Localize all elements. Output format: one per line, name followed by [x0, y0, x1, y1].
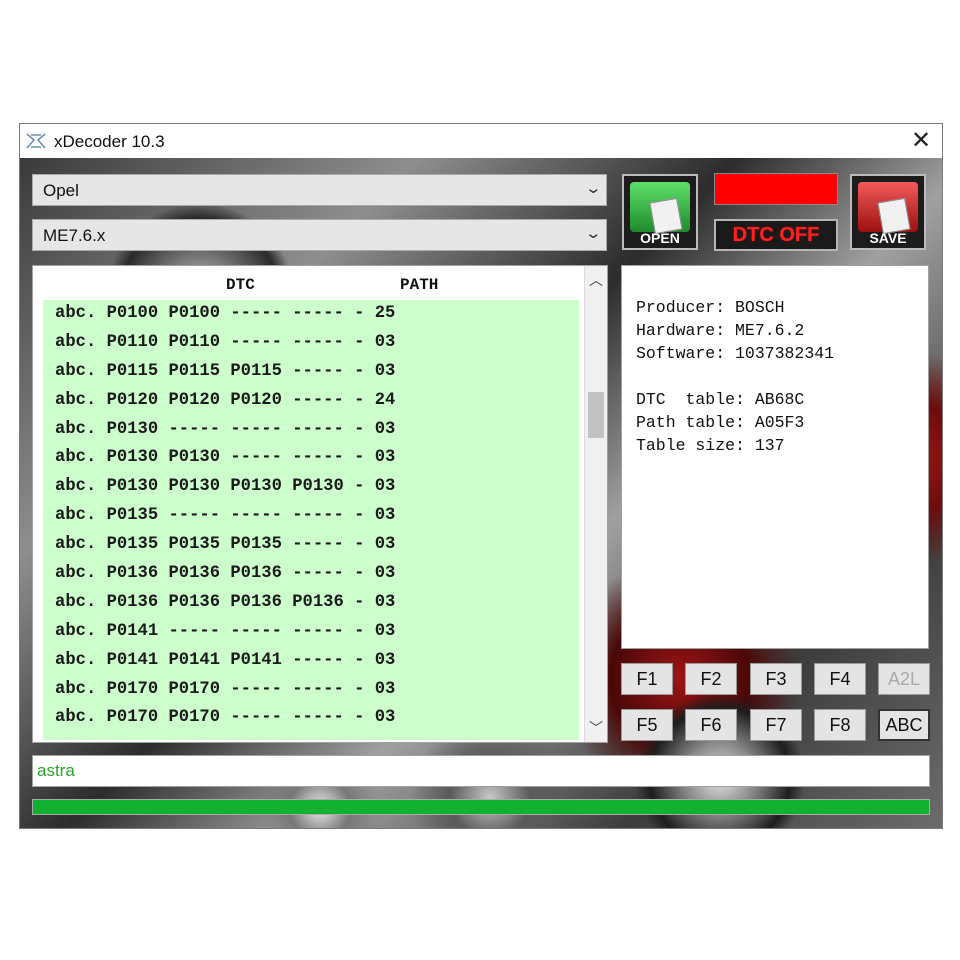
- status-indicator: [714, 173, 838, 205]
- column-header-path: PATH: [400, 276, 439, 294]
- info-path-table: Path table: A05F3: [636, 413, 805, 432]
- chevron-down-icon: ⌄: [584, 180, 603, 197]
- table-row[interactable]: abc. P0141 P0141 P0141 ----- - 03: [43, 647, 579, 676]
- title-bar: xDecoder 10.3 ✕: [20, 124, 942, 158]
- open-button-label: OPEN: [640, 230, 680, 246]
- info-table-size: Table size: 137: [636, 436, 785, 455]
- client-area: Opel ⌄ ME7.6.x ⌄ OPEN DTC OFF SAVE DTC P…: [20, 158, 942, 828]
- table-row[interactable]: abc. P0170 P0170 ----- ----- - 03: [43, 676, 579, 705]
- progress-fill: [33, 800, 929, 814]
- table-row[interactable]: abc. P0130 ----- ----- ----- - 03: [43, 416, 579, 445]
- table-row[interactable]: abc. P0135 ----- ----- ----- - 03: [43, 502, 579, 531]
- f8-button[interactable]: F8: [814, 709, 866, 741]
- table-row[interactable]: abc. P0170 P0170 ----- ----- - 03: [43, 704, 579, 733]
- scroll-down-icon[interactable]: ﹀: [585, 718, 607, 738]
- table-row[interactable]: abc. P0135 P0135 P0135 ----- - 03: [43, 531, 579, 560]
- vertical-scrollbar[interactable]: ︿ ﹀: [584, 266, 607, 742]
- save-button-label: SAVE: [869, 230, 907, 246]
- f7-button[interactable]: F7: [750, 709, 802, 741]
- info-software: Software: 1037382341: [636, 344, 835, 363]
- table-row[interactable]: abc. P0130 P0130 P0130 P0130 - 03: [43, 473, 579, 502]
- table-row[interactable]: abc. P0141 ----- ----- ----- - 03: [43, 618, 579, 647]
- chevron-down-icon: ⌄: [584, 225, 603, 242]
- f6-button[interactable]: F6: [685, 709, 737, 741]
- table-row[interactable]: abc. P0115 P0115 P0115 ----- - 03: [43, 358, 579, 387]
- f5-button[interactable]: F5: [621, 709, 673, 741]
- f3-button[interactable]: F3: [750, 663, 802, 695]
- dtc-list-header: DTC PATH: [33, 266, 583, 300]
- dtc-rows: abc. P0100 P0100 ----- ----- - 25 abc. P0…: [43, 300, 579, 740]
- table-row[interactable]: abc. P0130 P0130 ----- ----- - 03: [43, 444, 579, 473]
- f4-button[interactable]: F4: [814, 663, 866, 695]
- manufacturer-select[interactable]: Opel ⌄: [32, 174, 607, 206]
- table-row[interactable]: abc. P0100 P0100 ----- ----- - 25: [43, 300, 579, 329]
- scroll-thumb[interactable]: [588, 392, 604, 438]
- dtc-list[interactable]: DTC PATH abc. P0100 P0100 ----- ----- - …: [32, 265, 608, 743]
- abc-button[interactable]: ABC: [878, 709, 930, 741]
- f2-button[interactable]: F2: [685, 663, 737, 695]
- ecu-info-panel: Producer: BOSCH Hardware: ME7.6.2 Softwa…: [621, 265, 929, 649]
- a2l-button[interactable]: A2L: [878, 663, 930, 695]
- table-row[interactable]: abc. P0110 P0110 ----- ----- - 03: [43, 329, 579, 358]
- column-header-dtc: DTC: [226, 276, 255, 294]
- table-row[interactable]: abc. P0136 P0136 P0136 P0136 - 03: [43, 589, 579, 618]
- dtc-off-button[interactable]: DTC OFF: [714, 219, 838, 251]
- table-row[interactable]: abc. P0120 P0120 P0120 ----- - 24: [43, 387, 579, 416]
- open-button[interactable]: OPEN: [622, 174, 698, 250]
- table-row[interactable]: abc. P0136 P0136 P0136 ----- - 03: [43, 560, 579, 589]
- f1-button[interactable]: F1: [621, 663, 673, 695]
- info-producer: Producer: BOSCH: [636, 298, 785, 317]
- folder-open-icon: [630, 182, 690, 235]
- window-title: xDecoder 10.3: [54, 132, 165, 151]
- app-icon: [26, 133, 46, 149]
- folder-save-icon: [858, 182, 918, 235]
- manufacturer-value: Opel: [43, 181, 79, 200]
- app-window: xDecoder 10.3 ✕ Opel ⌄ ME7.6.x ⌄ OPEN DT…: [19, 123, 943, 829]
- progress-bar: [32, 799, 930, 815]
- save-button[interactable]: SAVE: [850, 174, 926, 250]
- ecu-value: ME7.6.x: [43, 226, 106, 245]
- status-field[interactable]: astra: [32, 755, 930, 787]
- scroll-up-icon[interactable]: ︿: [585, 270, 607, 290]
- info-dtc-table: DTC table: AB68C: [636, 390, 805, 409]
- ecu-select[interactable]: ME7.6.x ⌄: [32, 219, 607, 251]
- info-hardware: Hardware: ME7.6.2: [636, 321, 805, 340]
- close-icon[interactable]: ✕: [908, 128, 934, 154]
